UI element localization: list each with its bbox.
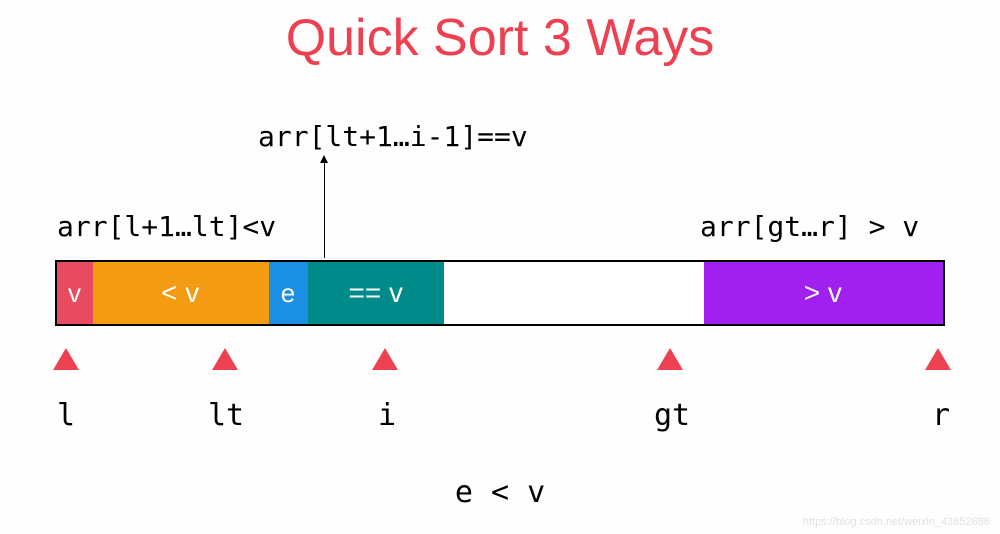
- segment-unprocessed: [444, 262, 703, 324]
- pointer-l: l: [57, 398, 75, 433]
- annotation-eq-range: arr[lt+1…i-1]==v: [258, 120, 528, 153]
- segment-pivot: v: [57, 262, 93, 324]
- segment-greater: > v: [704, 262, 943, 324]
- pointer-i: i: [378, 398, 396, 433]
- triangle-icon: [53, 348, 79, 370]
- annotation-gt-range: arr[gt…r] > v: [700, 210, 919, 243]
- diagram-title: Quick Sort 3 Ways: [0, 8, 1000, 68]
- triangle-icon: [372, 348, 398, 370]
- pointer-r: r: [932, 398, 950, 433]
- triangle-icon: [657, 348, 683, 370]
- triangle-icon: [925, 348, 951, 370]
- pointer-gt: gt: [654, 398, 690, 433]
- triangle-icon: [212, 348, 238, 370]
- segment-current: e: [269, 262, 309, 324]
- annotation-lt-range: arr[l+1…lt]<v: [57, 210, 276, 243]
- segment-equal: == v: [308, 262, 444, 324]
- arrow-line: [324, 163, 325, 258]
- array-bar: v < v e == v > v: [55, 260, 945, 326]
- watermark: https://blog.csdn.net/weixin_43852686: [803, 516, 990, 528]
- condition-text: e < v: [0, 475, 1000, 510]
- arrow-head-icon: [320, 155, 328, 163]
- segment-less: < v: [93, 262, 269, 324]
- pointer-lt: lt: [208, 398, 244, 433]
